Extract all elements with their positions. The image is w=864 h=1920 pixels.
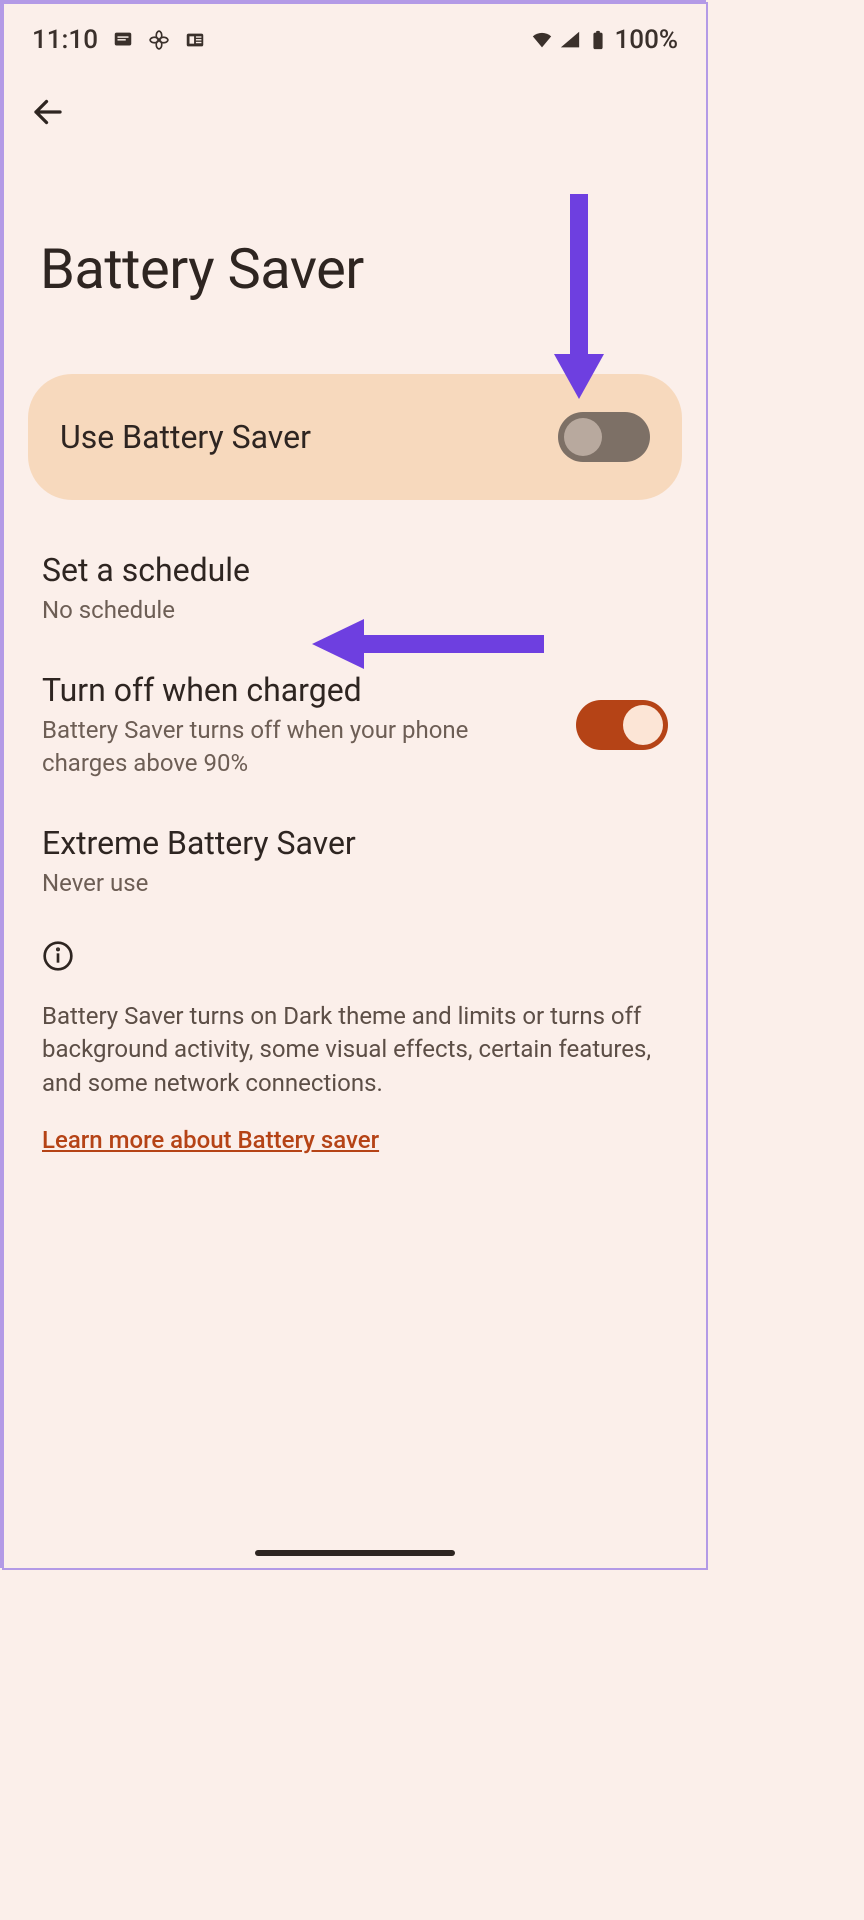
use-battery-saver-label: Use Battery Saver — [60, 418, 311, 456]
signal-icon — [559, 29, 581, 51]
news-icon — [184, 29, 206, 51]
info-text: Battery Saver turns on Dark theme and li… — [42, 1000, 668, 1101]
back-button[interactable] — [24, 88, 72, 136]
extreme-sub: Never use — [42, 867, 644, 899]
turn-off-charged-title: Turn off when charged — [42, 670, 552, 710]
wifi-icon — [531, 29, 553, 51]
learn-more-link[interactable]: Learn more about Battery saver — [42, 1126, 379, 1154]
status-time: 11:10 — [32, 25, 98, 55]
set-schedule-sub: No schedule — [42, 594, 644, 626]
turn-off-charged-toggle[interactable] — [576, 700, 668, 750]
set-schedule-title: Set a schedule — [42, 550, 644, 590]
status-bar: 11:10 100% — [4, 4, 706, 60]
set-schedule-row[interactable]: Set a schedule No schedule — [4, 528, 706, 648]
extreme-title: Extreme Battery Saver — [42, 823, 644, 863]
page-title: Battery Saver — [4, 136, 706, 362]
battery-icon — [587, 29, 609, 51]
use-battery-saver-toggle[interactable] — [558, 412, 650, 462]
turn-off-charged-row[interactable]: Turn off when charged Battery Saver turn… — [4, 648, 706, 801]
info-icon — [42, 940, 668, 976]
gesture-bar[interactable] — [255, 1550, 455, 1556]
status-battery: 100% — [615, 25, 678, 55]
extreme-battery-saver-row[interactable]: Extreme Battery Saver Never use — [4, 801, 706, 921]
turn-off-charged-sub: Battery Saver turns off when your phone … — [42, 714, 552, 779]
messages-icon — [112, 29, 134, 51]
info-section: Battery Saver turns on Dark theme and li… — [4, 922, 706, 1173]
pinwheel-icon — [148, 29, 170, 51]
use-battery-saver-row[interactable]: Use Battery Saver — [28, 374, 682, 500]
